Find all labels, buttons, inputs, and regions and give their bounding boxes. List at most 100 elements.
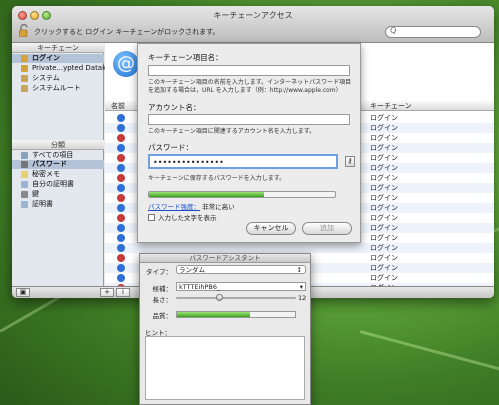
leaf-vein bbox=[359, 330, 499, 380]
sidebar-item-label: 自分の証明書 bbox=[32, 180, 74, 188]
quality-meter-fill bbox=[177, 312, 251, 317]
sidebar-item-my-certificates[interactable]: 自分の証明書 bbox=[12, 180, 104, 189]
row-keychain: ログイン bbox=[370, 194, 398, 202]
add-item-button[interactable]: + bbox=[100, 288, 114, 297]
sidebar: キーチェーン ログイン Private...ypted Datak システム シ… bbox=[12, 43, 107, 286]
password-strength-meter bbox=[148, 191, 336, 198]
password-item-icon bbox=[117, 194, 125, 202]
lock-icon bbox=[21, 75, 28, 82]
suggestion-combo[interactable]: kTTTEihPB6_ ▾ bbox=[176, 282, 306, 291]
certificate-icon bbox=[21, 201, 28, 208]
info-button[interactable]: i bbox=[116, 288, 130, 297]
column-header-keychain[interactable]: キーチェーン bbox=[370, 101, 412, 111]
row-keychain: ログイン bbox=[370, 264, 398, 272]
item-name-field[interactable] bbox=[148, 65, 350, 76]
password-item-icon bbox=[117, 224, 125, 232]
toggle-sidebar-button[interactable]: ▣ bbox=[16, 288, 30, 297]
row-keychain: ログイン bbox=[370, 214, 398, 222]
row-keychain: ログイン bbox=[370, 114, 398, 122]
show-typing-checkbox[interactable]: 入力した文字を表示 bbox=[148, 212, 217, 222]
row-keychain: ログイン bbox=[370, 244, 398, 252]
length-slider[interactable] bbox=[176, 294, 296, 301]
lock-icon bbox=[21, 65, 28, 72]
account-name-field[interactable] bbox=[148, 114, 350, 125]
password-item-icon bbox=[117, 174, 125, 182]
quality-meter bbox=[176, 311, 296, 318]
row-keychain: ログイン bbox=[370, 164, 398, 172]
sidebar-item-passwords[interactable]: パスワード bbox=[12, 160, 104, 169]
password-assistant-title: パスワードアシスタント bbox=[140, 254, 310, 263]
show-typing-label: 入力した文字を表示 bbox=[158, 214, 217, 222]
sidebar-item-private[interactable]: Private...ypted Datak bbox=[12, 64, 107, 73]
row-keychain: ログイン bbox=[370, 144, 398, 152]
cancel-button[interactable]: キャンセル bbox=[246, 222, 296, 235]
suggestion-label: 候補： bbox=[152, 285, 173, 293]
sidebar-item-keys[interactable]: 鍵 bbox=[12, 190, 104, 199]
row-keychain: ログイン bbox=[370, 134, 398, 142]
note-icon bbox=[21, 171, 28, 178]
sidebar-item-label: パスワード bbox=[32, 160, 67, 168]
sidebar-item-label: Private...ypted Datak bbox=[32, 64, 107, 72]
password-item-icon bbox=[117, 134, 125, 142]
password-assistant-key-button[interactable]: ⚷ bbox=[345, 156, 355, 167]
sidebar-item-label: ログイン bbox=[32, 54, 60, 62]
sidebar-item-label: 鍵 bbox=[32, 190, 39, 198]
sidebar-item-system-roots[interactable]: システムルート bbox=[12, 84, 104, 93]
checkbox-box[interactable] bbox=[148, 214, 155, 221]
row-keychain: ログイン bbox=[370, 124, 398, 132]
row-keychain: ログイン bbox=[370, 234, 398, 242]
title-bar: キーチェーンアクセス クリックすると ログイン キーチェーンがロックされます。 … bbox=[12, 6, 494, 43]
column-header-name[interactable]: 名前 bbox=[111, 101, 125, 111]
password-assistant-window: パスワードアシスタント タイプ： ランダム ↕ 候補： kTTTEihPB6_ … bbox=[139, 253, 311, 405]
lock-icon bbox=[21, 55, 28, 62]
sidebar-item-all-items[interactable]: すべての項目 bbox=[12, 151, 104, 160]
sidebar-item-label: 証明書 bbox=[32, 200, 53, 208]
password-item-icon bbox=[117, 214, 125, 222]
sidebar-item-label: システムルート bbox=[32, 84, 81, 92]
search-icon: Q bbox=[390, 26, 397, 35]
password-item-icon bbox=[117, 184, 125, 192]
add-button[interactable]: 追加 bbox=[302, 222, 352, 235]
password-quality: パスワード強度： 非常に高い bbox=[148, 201, 235, 211]
hint-box bbox=[145, 336, 305, 400]
password-item-icon bbox=[117, 154, 125, 162]
certificate-icon bbox=[21, 181, 28, 188]
item-name-description: このキーチェーン項目の名前を入力します。インターネットパスワード項目を追加する場… bbox=[148, 79, 352, 94]
length-slider-thumb[interactable] bbox=[215, 294, 223, 301]
sidebar-item-login[interactable]: ログイン bbox=[12, 54, 104, 63]
window-title: キーチェーンアクセス bbox=[213, 11, 293, 20]
password-item-icon bbox=[117, 114, 125, 122]
sidebar-item-certificates[interactable]: 証明書 bbox=[12, 200, 104, 209]
type-select[interactable]: ランダム ↕ bbox=[176, 265, 306, 274]
search-field[interactable]: Q bbox=[385, 26, 481, 38]
password-icon bbox=[21, 161, 28, 168]
chevron-updown-icon: ↕ bbox=[296, 266, 302, 274]
all-items-icon bbox=[21, 152, 28, 159]
length-value: 12 bbox=[298, 294, 307, 302]
row-keychain: ログイン bbox=[370, 154, 398, 162]
sidebar-item-secure-notes[interactable]: 秘密メモ bbox=[12, 170, 104, 179]
type-select-value: ランダム bbox=[179, 266, 205, 274]
password-strength-fill bbox=[149, 192, 265, 197]
row-keychain: ログイン bbox=[370, 254, 398, 262]
quality-label: 品質： bbox=[152, 312, 173, 320]
password-strength-link[interactable]: パスワード強度： bbox=[148, 203, 200, 211]
unlocked-lock-icon[interactable] bbox=[19, 24, 29, 37]
table-row[interactable]: ログイン bbox=[105, 243, 494, 253]
password-field[interactable]: ••••••••••••••• bbox=[148, 154, 338, 169]
sidebar-item-system[interactable]: システム bbox=[12, 74, 104, 83]
row-keychain: ログイン bbox=[370, 184, 398, 192]
account-name-label: アカウント名： bbox=[148, 103, 201, 112]
password-item-icon bbox=[117, 234, 125, 242]
item-name-label: キーチェーン項目名： bbox=[148, 53, 223, 62]
password-item-icon bbox=[117, 124, 125, 132]
row-keychain: ログイン bbox=[370, 204, 398, 212]
row-keychain: ログイン bbox=[370, 274, 398, 282]
sidebar-item-label: すべての項目 bbox=[32, 151, 74, 159]
password-item-icon bbox=[117, 274, 125, 282]
password-item-icon bbox=[117, 244, 125, 252]
row-keychain: ログイン bbox=[370, 174, 398, 182]
length-label: 長さ： bbox=[152, 296, 173, 304]
password-item-icon bbox=[117, 264, 125, 272]
internet-account-icon: @ bbox=[113, 51, 139, 77]
